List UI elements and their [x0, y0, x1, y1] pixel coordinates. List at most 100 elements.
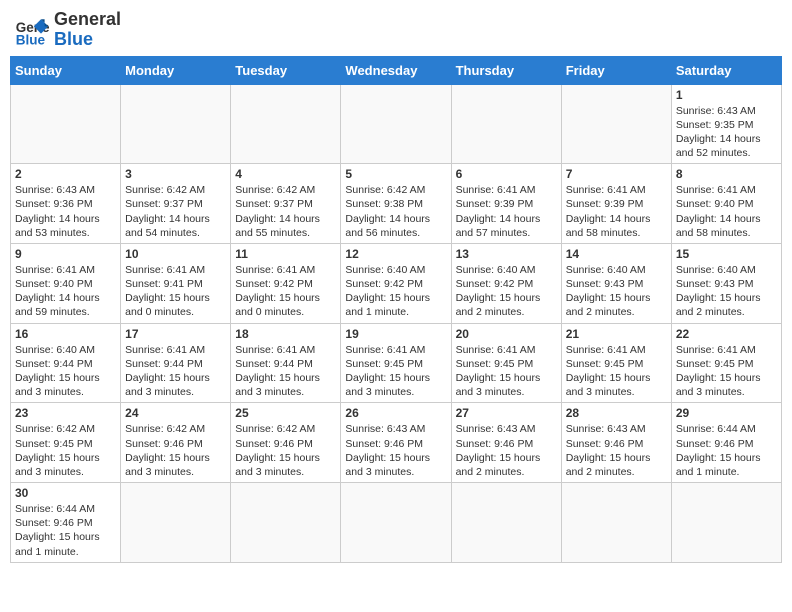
day-number: 16 — [15, 327, 116, 341]
calendar-cell: 21 Sunrise: 6:41 AM Sunset: 9:45 PM Dayli… — [561, 323, 671, 403]
day-info: Sunrise: 6:42 AM Sunset: 9:37 PM Dayligh… — [235, 183, 336, 240]
calendar-cell: 10Sunrise: 6:41 AM Sunset: 9:41 PM Dayli… — [121, 243, 231, 323]
calendar-cell: 20 Sunrise: 6:41 AM Sunset: 9:45 PM Dayli… — [451, 323, 561, 403]
calendar-table: SundayMondayTuesdayWednesdayThursdayFrid… — [10, 56, 782, 563]
logo-icon: General Blue — [14, 12, 50, 48]
calendar-week-1: 1 Sunrise: 6:43 AM Sunset: 9:35 PM Daylig… — [11, 84, 782, 164]
day-info: Sunrise: 6:41 AM Sunset: 9:40 PM Dayligh… — [15, 263, 116, 320]
calendar-cell: 23 Sunrise: 6:42 AM Sunset: 9:45 PM Dayli… — [11, 403, 121, 483]
calendar-cell — [671, 483, 781, 563]
calendar-cell: 17Sunrise: 6:41 AM Sunset: 9:44 PM Dayli… — [121, 323, 231, 403]
calendar-cell: 11Sunrise: 6:41 AM Sunset: 9:42 PM Dayli… — [231, 243, 341, 323]
weekday-header-tuesday: Tuesday — [231, 56, 341, 84]
calendar-cell: 19 Sunrise: 6:41 AM Sunset: 9:45 PM Dayli… — [341, 323, 451, 403]
day-number: 22 — [676, 327, 777, 341]
calendar-week-6: 30 Sunrise: 6:44 AM Sunset: 9:46 PM Dayli… — [11, 483, 782, 563]
day-number: 8 — [676, 167, 777, 181]
day-info: Sunrise: 6:43 AM Sunset: 9:35 PM Dayligh… — [676, 104, 777, 161]
calendar-cell: 28 Sunrise: 6:43 AM Sunset: 9:46 PM Dayli… — [561, 403, 671, 483]
calendar-week-4: 16Sunrise: 6:40 AM Sunset: 9:44 PM Dayli… — [11, 323, 782, 403]
calendar-header: SundayMondayTuesdayWednesdayThursdayFrid… — [11, 56, 782, 84]
day-number: 2 — [15, 167, 116, 181]
calendar-cell: 1 Sunrise: 6:43 AM Sunset: 9:35 PM Daylig… — [671, 84, 781, 164]
calendar-body: 1 Sunrise: 6:43 AM Sunset: 9:35 PM Daylig… — [11, 84, 782, 562]
calendar-cell: 29 Sunrise: 6:44 AM Sunset: 9:46 PM Dayli… — [671, 403, 781, 483]
day-number: 29 — [676, 406, 777, 420]
day-info: Sunrise: 6:40 AM Sunset: 9:43 PM Dayligh… — [566, 263, 667, 320]
day-info: Sunrise: 6:43 AM Sunset: 9:36 PM Dayligh… — [15, 183, 116, 240]
day-info: Sunrise: 6:44 AM Sunset: 9:46 PM Dayligh… — [15, 502, 116, 559]
day-info: Sunrise: 6:44 AM Sunset: 9:46 PM Dayligh… — [676, 422, 777, 479]
weekday-header-saturday: Saturday — [671, 56, 781, 84]
calendar-cell: 9Sunrise: 6:41 AM Sunset: 9:40 PM Daylig… — [11, 243, 121, 323]
day-info: Sunrise: 6:41 AM Sunset: 9:45 PM Dayligh… — [345, 343, 446, 400]
day-info: Sunrise: 6:43 AM Sunset: 9:46 PM Dayligh… — [345, 422, 446, 479]
weekday-header-wednesday: Wednesday — [341, 56, 451, 84]
day-number: 7 — [566, 167, 667, 181]
day-number: 28 — [566, 406, 667, 420]
day-info: Sunrise: 6:43 AM Sunset: 9:46 PM Dayligh… — [456, 422, 557, 479]
weekday-header-thursday: Thursday — [451, 56, 561, 84]
day-info: Sunrise: 6:42 AM Sunset: 9:37 PM Dayligh… — [125, 183, 226, 240]
day-info: Sunrise: 6:42 AM Sunset: 9:38 PM Dayligh… — [345, 183, 446, 240]
day-info: Sunrise: 6:42 AM Sunset: 9:45 PM Dayligh… — [15, 422, 116, 479]
day-info: Sunrise: 6:40 AM Sunset: 9:42 PM Dayligh… — [456, 263, 557, 320]
day-info: Sunrise: 6:43 AM Sunset: 9:46 PM Dayligh… — [566, 422, 667, 479]
day-info: Sunrise: 6:41 AM Sunset: 9:45 PM Dayligh… — [676, 343, 777, 400]
day-number: 14 — [566, 247, 667, 261]
calendar-cell — [231, 84, 341, 164]
day-number: 24 — [125, 406, 226, 420]
calendar-cell — [121, 84, 231, 164]
svg-text:Blue: Blue — [16, 32, 46, 47]
day-info: Sunrise: 6:40 AM Sunset: 9:43 PM Dayligh… — [676, 263, 777, 320]
calendar-cell — [121, 483, 231, 563]
calendar-cell: 6Sunrise: 6:41 AM Sunset: 9:39 PM Daylig… — [451, 164, 561, 244]
day-number: 26 — [345, 406, 446, 420]
calendar-cell: 30 Sunrise: 6:44 AM Sunset: 9:46 PM Dayli… — [11, 483, 121, 563]
day-info: Sunrise: 6:41 AM Sunset: 9:40 PM Dayligh… — [676, 183, 777, 240]
calendar-cell — [561, 84, 671, 164]
calendar-cell — [561, 483, 671, 563]
logo-general-text: General — [54, 10, 121, 30]
calendar-cell: 14 Sunrise: 6:40 AM Sunset: 9:43 PM Dayli… — [561, 243, 671, 323]
day-number: 25 — [235, 406, 336, 420]
day-number: 27 — [456, 406, 557, 420]
calendar-cell: 2 Sunrise: 6:43 AM Sunset: 9:36 PM Daylig… — [11, 164, 121, 244]
calendar-week-2: 2 Sunrise: 6:43 AM Sunset: 9:36 PM Daylig… — [11, 164, 782, 244]
calendar-cell: 16Sunrise: 6:40 AM Sunset: 9:44 PM Dayli… — [11, 323, 121, 403]
day-number: 12 — [345, 247, 446, 261]
calendar-cell: 27 Sunrise: 6:43 AM Sunset: 9:46 PM Dayli… — [451, 403, 561, 483]
calendar-cell: 18Sunrise: 6:41 AM Sunset: 9:44 PM Dayli… — [231, 323, 341, 403]
day-number: 21 — [566, 327, 667, 341]
day-info: Sunrise: 6:41 AM Sunset: 9:41 PM Dayligh… — [125, 263, 226, 320]
calendar-cell: 12 Sunrise: 6:40 AM Sunset: 9:42 PM Dayli… — [341, 243, 451, 323]
logo-blue-text: Blue — [54, 30, 121, 50]
calendar-cell — [451, 84, 561, 164]
calendar-cell: 13 Sunrise: 6:40 AM Sunset: 9:42 PM Dayli… — [451, 243, 561, 323]
calendar-cell: 7Sunrise: 6:41 AM Sunset: 9:39 PM Daylig… — [561, 164, 671, 244]
logo: General Blue General Blue — [14, 10, 121, 50]
day-info: Sunrise: 6:40 AM Sunset: 9:42 PM Dayligh… — [345, 263, 446, 320]
day-info: Sunrise: 6:41 AM Sunset: 9:45 PM Dayligh… — [456, 343, 557, 400]
day-number: 30 — [15, 486, 116, 500]
calendar-cell: 4Sunrise: 6:42 AM Sunset: 9:37 PM Daylig… — [231, 164, 341, 244]
day-info: Sunrise: 6:41 AM Sunset: 9:44 PM Dayligh… — [235, 343, 336, 400]
day-number: 1 — [676, 88, 777, 102]
weekday-header-sunday: Sunday — [11, 56, 121, 84]
day-number: 19 — [345, 327, 446, 341]
calendar-cell: 25Sunrise: 6:42 AM Sunset: 9:46 PM Dayli… — [231, 403, 341, 483]
calendar-cell: 3 Sunrise: 6:42 AM Sunset: 9:37 PM Daylig… — [121, 164, 231, 244]
day-number: 20 — [456, 327, 557, 341]
weekday-header-friday: Friday — [561, 56, 671, 84]
calendar-cell: 5 Sunrise: 6:42 AM Sunset: 9:38 PM Daylig… — [341, 164, 451, 244]
day-number: 5 — [345, 167, 446, 181]
day-number: 3 — [125, 167, 226, 181]
page-header: General Blue General Blue — [10, 10, 782, 50]
day-number: 13 — [456, 247, 557, 261]
day-info: Sunrise: 6:42 AM Sunset: 9:46 PM Dayligh… — [125, 422, 226, 479]
day-number: 23 — [15, 406, 116, 420]
calendar-cell: 15 Sunrise: 6:40 AM Sunset: 9:43 PM Dayli… — [671, 243, 781, 323]
day-number: 15 — [676, 247, 777, 261]
day-info: Sunrise: 6:41 AM Sunset: 9:45 PM Dayligh… — [566, 343, 667, 400]
day-info: Sunrise: 6:41 AM Sunset: 9:39 PM Dayligh… — [456, 183, 557, 240]
